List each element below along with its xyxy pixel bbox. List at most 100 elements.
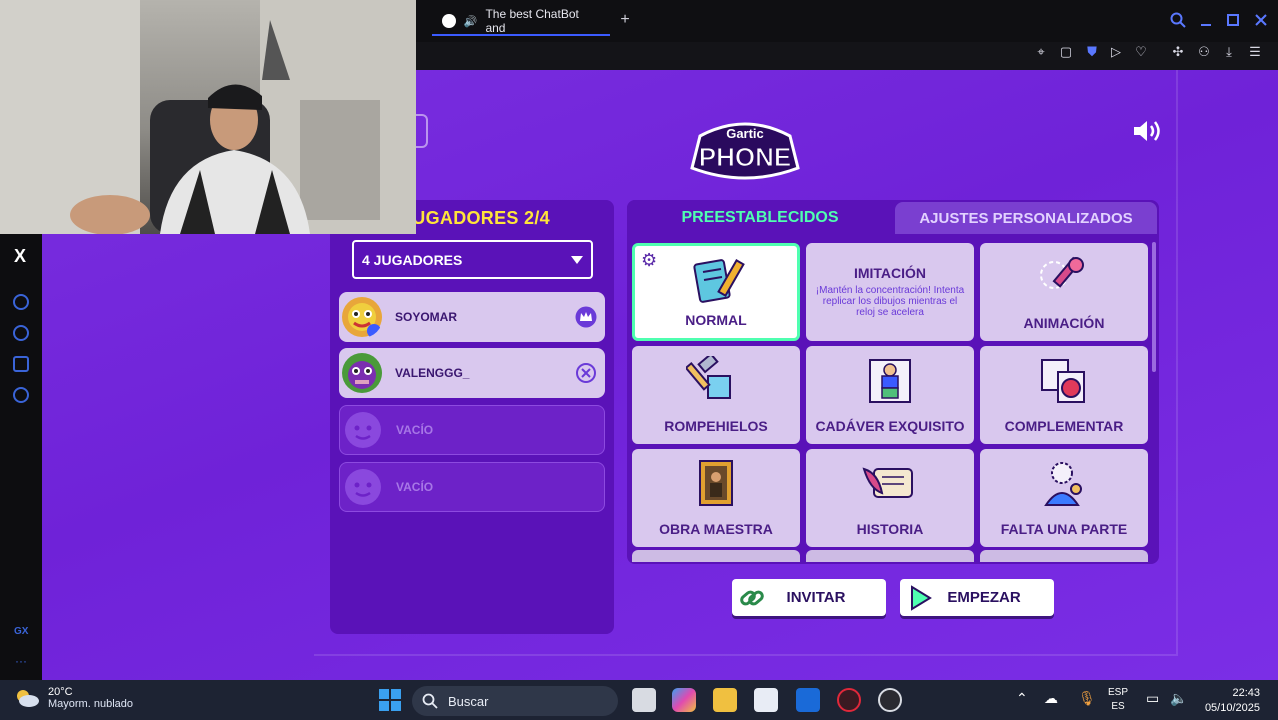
- mode-card-complement[interactable]: COMPLEMENTAR: [980, 346, 1148, 444]
- mode-card-icebreaker[interactable]: ROMPEHIELOS: [632, 346, 800, 444]
- mode-title: ROMPEHIELOS: [664, 418, 768, 434]
- mode-title: FALTA UNA PARTE: [1000, 521, 1128, 537]
- kick-icon[interactable]: [575, 362, 597, 384]
- players-title: JUGADORES 2/4: [402, 208, 550, 228]
- lang-top: ESP: [1108, 687, 1129, 698]
- player-slot-3: VACÍO: [339, 405, 605, 455]
- history-icon[interactable]: [13, 325, 29, 341]
- settings-icon[interactable]: [13, 387, 29, 403]
- painting-frame-icon: [699, 460, 733, 506]
- store-icon[interactable]: [754, 688, 778, 712]
- download-icon[interactable]: ⤓: [1221, 44, 1237, 60]
- clock[interactable]: 22:43 05/10/2025: [1205, 686, 1260, 716]
- minimize-icon[interactable]: [1198, 12, 1214, 28]
- tab-preset-modes[interactable]: PREESTABLECIDOS: [627, 200, 893, 236]
- mode-card-normal[interactable]: ⚙ NORMAL: [632, 243, 800, 341]
- mode-title: COMPLEMENTAR: [1004, 418, 1124, 434]
- mode-card-masterpiece[interactable]: OBRA MAESTRA: [632, 449, 800, 547]
- chevron-down-icon: [571, 256, 583, 264]
- invite-label: INVITAR: [786, 589, 846, 606]
- tab-custom-settings[interactable]: AJUSTES PERSONALIZADOS: [895, 202, 1157, 234]
- mode-card-peek: [806, 550, 974, 562]
- taskbar-search[interactable]: Buscar: [412, 686, 618, 716]
- weather-widget[interactable]: 20°C Mayorm. nublado: [14, 686, 133, 710]
- mode-card-imitation[interactable]: IMITACIÓN ¡Mantén la concentración! Inte…: [806, 243, 974, 341]
- more-icon[interactable]: ···: [15, 654, 27, 668]
- mode-card-animation[interactable]: ANIMACIÓN: [980, 243, 1148, 341]
- task-view-icon[interactable]: [632, 688, 656, 712]
- extensions-icon[interactable]: ✣: [1170, 44, 1186, 60]
- time: 22:43: [1232, 687, 1260, 699]
- file-explorer-icon[interactable]: [713, 688, 737, 712]
- player-count-value: 4 JUGADORES: [362, 251, 463, 268]
- pin-icon[interactable]: ⌖: [1033, 44, 1049, 60]
- mode-description: ¡Mantén la concentración! Intenta replic…: [815, 285, 965, 318]
- puzzle-apple-icon: [1041, 359, 1085, 403]
- player-slot-2: VALENGGG_: [339, 348, 605, 398]
- scroll-quill-icon: [862, 467, 913, 498]
- gx-sidebar: X GX ···: [0, 234, 42, 680]
- animation-brush-icon: [1040, 256, 1084, 289]
- new-tab-button[interactable]: +: [616, 10, 634, 30]
- search-icon: [422, 693, 438, 709]
- menu-icon[interactable]: ☰: [1247, 44, 1263, 60]
- shield-icon[interactable]: ⛊: [1084, 44, 1100, 60]
- player-name: VACÍO: [396, 423, 434, 437]
- mode-card-exquisite-corpse[interactable]: CADÁVER EXQUISITO: [806, 346, 974, 444]
- chevron-up-icon[interactable]: ⌃: [1016, 690, 1028, 707]
- weather-description: Mayorm. nublado: [48, 698, 133, 710]
- start-button[interactable]: EMPEZAR: [900, 579, 1054, 616]
- microphone-icon[interactable]: 🎙: [1078, 690, 1096, 707]
- mode-title: CADÁVER EXQUISITO: [815, 418, 965, 434]
- network-icon[interactable]: ▭: [1146, 690, 1159, 707]
- player-name: VACÍO: [396, 480, 434, 494]
- player-count-select[interactable]: 4 JUGADORES: [352, 240, 593, 279]
- notebook-pencil-icon: [693, 259, 745, 303]
- maximize-icon[interactable]: [1225, 12, 1241, 28]
- extensions-sidebar-icon[interactable]: [13, 356, 29, 372]
- crown-icon: [575, 306, 597, 328]
- send-icon[interactable]: ▷: [1108, 44, 1124, 60]
- player-icon[interactable]: [13, 294, 29, 310]
- close-icon[interactable]: [1253, 12, 1269, 28]
- language-indicator[interactable]: ESP ES: [1108, 686, 1128, 714]
- invite-button[interactable]: INVITAR: [732, 579, 886, 616]
- mode-card-missing-piece[interactable]: FALTA UNA PARTE: [980, 449, 1148, 547]
- mode-card-peek: [980, 550, 1148, 562]
- link-icon: [740, 590, 764, 605]
- modes-scrollbar[interactable]: [1152, 242, 1156, 372]
- opera-gx-icon[interactable]: [837, 688, 861, 712]
- player-name: SOYOMAR: [395, 310, 458, 324]
- mode-title: ANIMACIÓN: [1023, 315, 1105, 331]
- tab-favicon-icon: [442, 14, 456, 28]
- empty-avatar-icon: [345, 469, 381, 505]
- gear-icon[interactable]: ⚙: [641, 250, 657, 271]
- outlook-icon[interactable]: [796, 688, 820, 712]
- search-icon[interactable]: [1170, 12, 1186, 28]
- heart-icon[interactable]: ♡: [1133, 44, 1149, 60]
- onedrive-icon[interactable]: ☁: [1044, 690, 1058, 707]
- x-twitter-icon[interactable]: X: [14, 246, 26, 267]
- player-slot-4: VACÍO: [339, 462, 605, 512]
- mode-title: HISTORIA: [856, 521, 924, 537]
- profile-icon[interactable]: ⚇: [1196, 44, 1212, 60]
- snapshot-icon[interactable]: ▢: [1058, 44, 1074, 60]
- volume-icon[interactable]: 🔈: [1170, 690, 1187, 707]
- lang-bottom: ES: [1111, 701, 1125, 712]
- tab-chatbot[interactable]: 🔊 The best ChatBot and: [432, 7, 610, 36]
- player-slot-1: SOYOMAR: [339, 292, 605, 342]
- gx-label[interactable]: GX: [14, 626, 28, 637]
- avatar: [342, 353, 382, 393]
- chrome-icon[interactable]: [878, 688, 902, 712]
- svg-text:PHONE: PHONE: [699, 142, 791, 172]
- windows-taskbar: 20°C Mayorm. nublado Buscar ⌃ ☁ 🎙 ESP ES…: [0, 680, 1278, 720]
- copilot-icon[interactable]: [672, 688, 696, 712]
- webcam-overlay: [0, 0, 416, 234]
- empty-avatar-icon: [345, 412, 381, 448]
- svg-text:Gartic: Gartic: [726, 126, 764, 141]
- speaker-icon[interactable]: [1132, 118, 1164, 144]
- date: 05/10/2025: [1204, 702, 1260, 714]
- mode-card-story[interactable]: HISTORIA: [806, 449, 974, 547]
- windows-start-icon[interactable]: [378, 688, 402, 712]
- back-button[interactable]: [414, 114, 428, 148]
